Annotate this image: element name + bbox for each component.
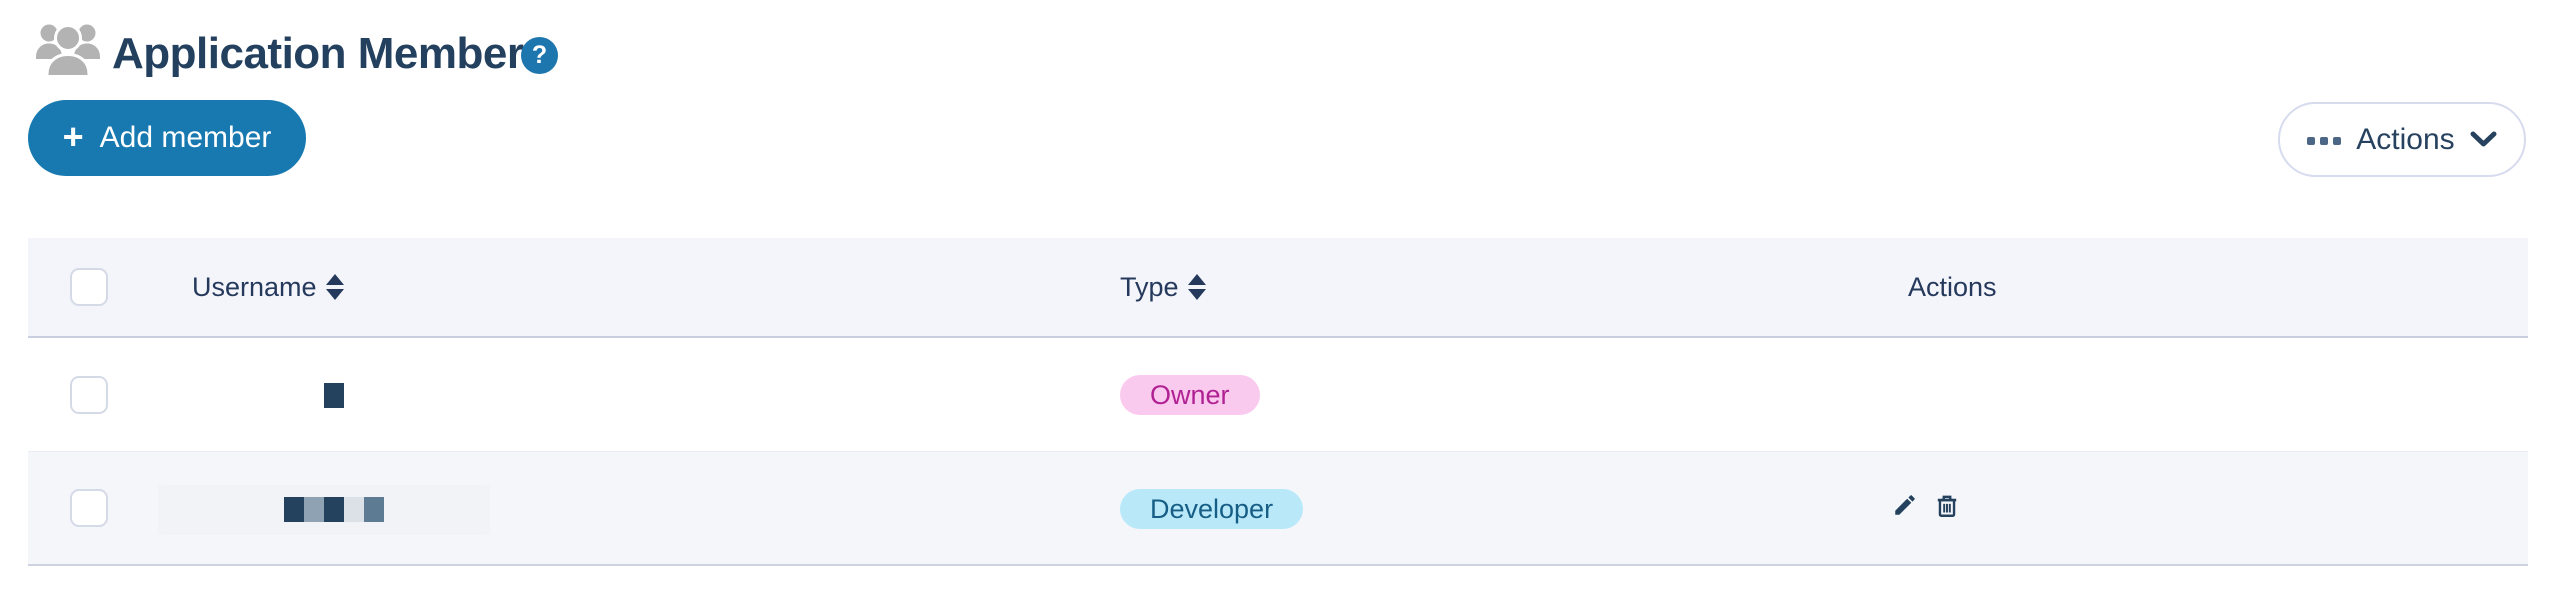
sort-icon[interactable]: [1187, 274, 1206, 300]
add-member-button[interactable]: + Add member: [28, 100, 306, 176]
users-group-icon: [36, 24, 100, 78]
actions-menu-button[interactable]: Actions: [2278, 102, 2526, 177]
type-badge: Developer: [1120, 489, 1304, 529]
actions-menu-label: Actions: [2356, 122, 2455, 156]
redacted-username: [324, 383, 344, 408]
chevron-down-icon: [2470, 131, 2497, 147]
column-header-type[interactable]: Type: [1120, 238, 1206, 336]
select-all-checkbox[interactable]: [70, 268, 108, 306]
table-header-row: Username Type Actions: [28, 238, 2528, 338]
type-badge: Owner: [1120, 375, 1260, 415]
edit-pencil-icon[interactable]: [1892, 492, 1918, 518]
application-members-page: Application Members ? + Add member Actio…: [0, 0, 2552, 590]
table-row: Developer: [28, 452, 2528, 566]
delete-trash-icon[interactable]: [1934, 493, 1960, 519]
add-member-label: Add member: [99, 121, 272, 154]
row-checkbox[interactable]: [70, 375, 108, 414]
table-row: Owner: [28, 338, 2528, 452]
sort-icon[interactable]: [325, 274, 344, 300]
redacted-username: [284, 497, 384, 522]
column-header-username[interactable]: Username: [192, 238, 344, 336]
plus-icon: +: [62, 115, 84, 157]
row-checkbox[interactable]: [70, 489, 108, 527]
column-header-actions: Actions: [1908, 271, 1997, 302]
help-icon[interactable]: ?: [521, 37, 558, 74]
page-title: Application Members: [112, 29, 548, 78]
ellipsis-icon: [2307, 136, 2342, 145]
members-table: Username Type Actions Owner Developer: [28, 238, 2528, 566]
